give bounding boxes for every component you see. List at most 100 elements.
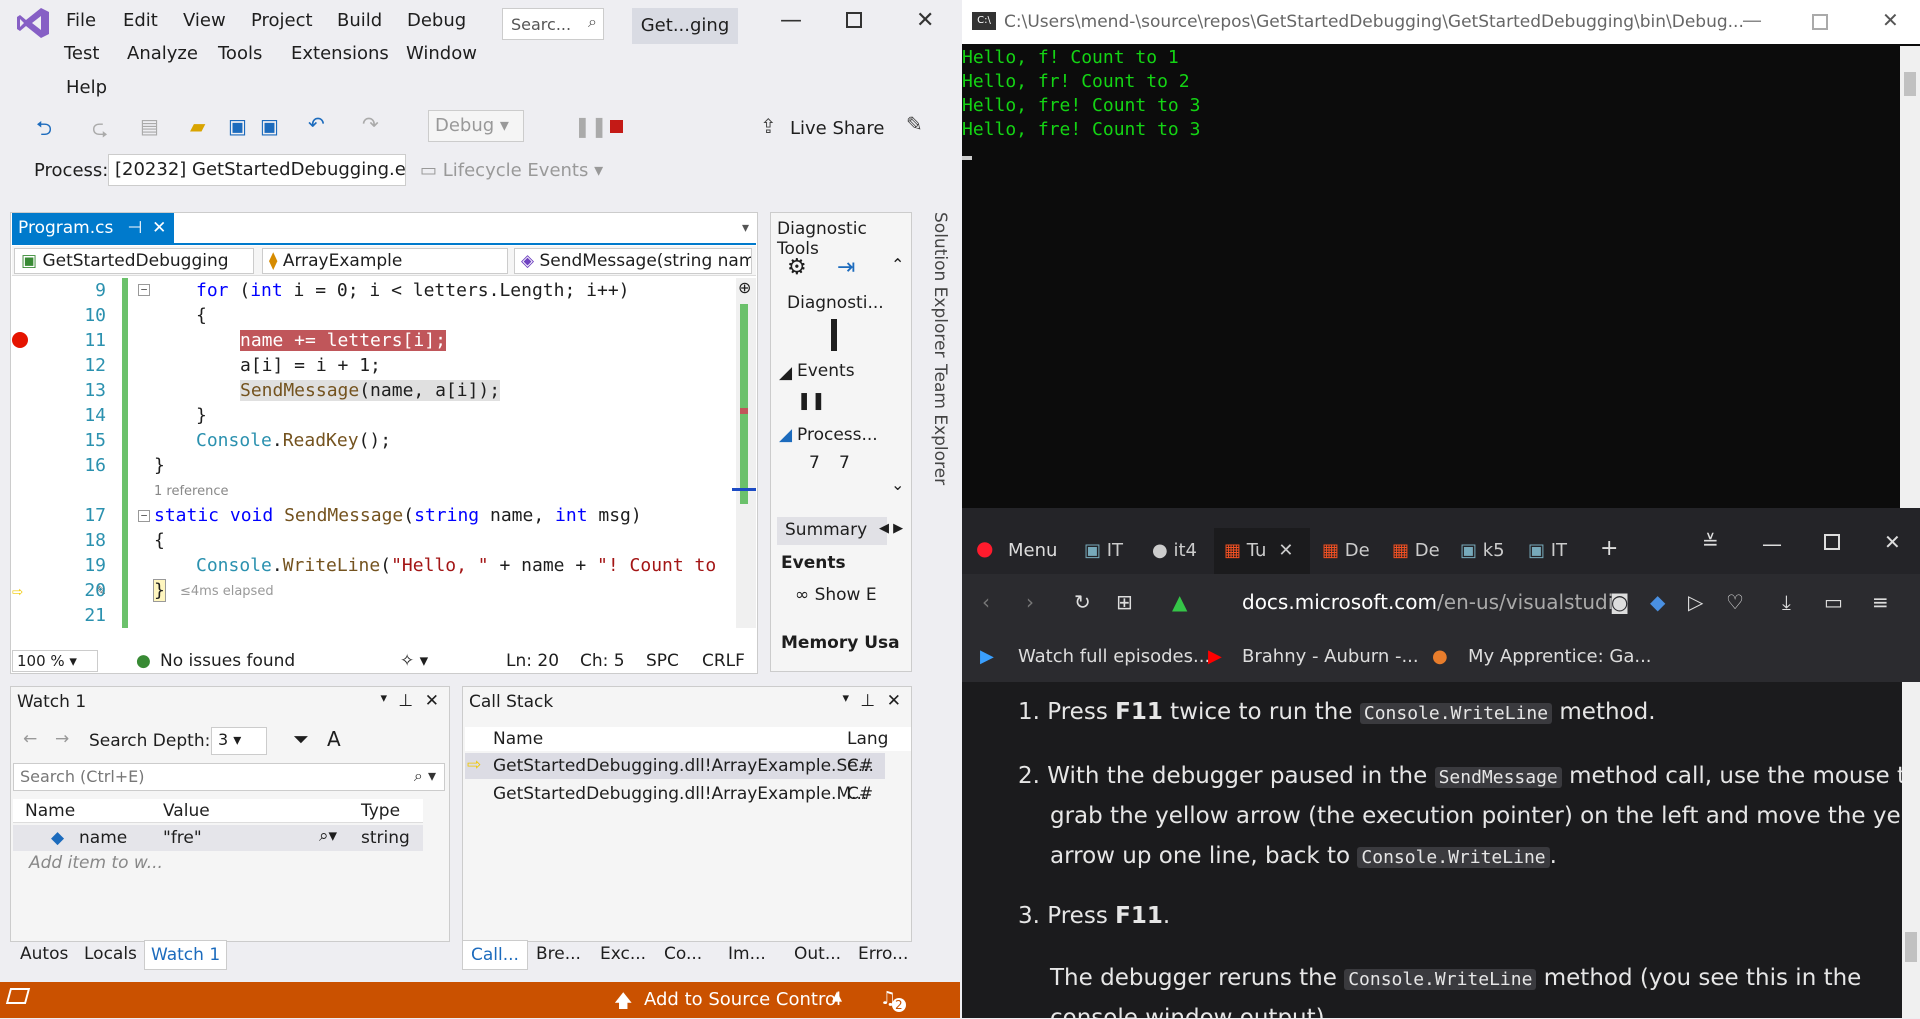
issues-status[interactable]: No issues found [160, 651, 295, 671]
settings-icon[interactable]: ⚙ [787, 255, 807, 280]
heart-icon[interactable]: ♡ [1726, 590, 1744, 614]
download-icon[interactable]: ⤓ [1782, 590, 1791, 614]
code-area[interactable]: ⇨ ✎ − − 9 10 11 12 13 14 15 16 17 18 19 … [12, 278, 736, 628]
browser-tab[interactable]: ● it4 [1152, 540, 1197, 576]
scroll-up-icon[interactable]: ⌃ [891, 255, 904, 274]
col-lang[interactable]: Lang [847, 729, 888, 749]
settings-icon[interactable]: ≡ [1872, 590, 1889, 614]
menu-project[interactable]: Project [251, 10, 313, 31]
process-expand-icon[interactable]: ◢ [779, 425, 792, 445]
menu-test[interactable]: Test [64, 43, 99, 64]
forward-icon[interactable]: › [1026, 590, 1034, 614]
tab-team-explorer[interactable]: Team Explorer [930, 364, 950, 485]
search-box[interactable]: Searc... ⌕ [502, 8, 604, 40]
browser-tab[interactable]: ▣ IT [1528, 540, 1567, 576]
bookmark-link[interactable]: Watch full episodes... [1018, 646, 1210, 667]
scroll-thumb[interactable] [1905, 932, 1917, 962]
pin-icon[interactable]: ⊥ [860, 691, 875, 711]
zoom-dropdown[interactable]: 100 % ▾ [12, 650, 98, 672]
show-events-button[interactable]: ∞ Show E [795, 585, 877, 605]
tab-scroll-icon[interactable]: ◀ ▶ [879, 521, 903, 536]
browser-tab[interactable]: ▣ IT [1084, 540, 1123, 576]
maximize-icon[interactable] [1812, 14, 1828, 30]
add-to-source-control[interactable]: Add to Source Control [644, 989, 841, 1010]
events-pause-icon[interactable]: ❚❚ [797, 391, 826, 411]
tab-program-cs[interactable]: Program.cs ⊣ ✕ [12, 213, 174, 243]
panel-close-icon[interactable]: ✕ [425, 691, 439, 711]
events-section[interactable]: Events [797, 361, 855, 381]
save-all-icon[interactable]: ▣ [260, 114, 279, 138]
browser-scrollbar[interactable] [1902, 682, 1920, 1018]
collapse-icon[interactable]: − [138, 284, 150, 296]
breakpoint-icon[interactable] [12, 332, 28, 348]
scroll-thumb[interactable] [740, 304, 748, 504]
menu-help[interactable]: Help [66, 77, 107, 98]
tab-menu-icon[interactable]: ≚ [1702, 530, 1719, 554]
forward-icon[interactable]: ⮎ [92, 114, 108, 148]
call-stack-row[interactable]: GetStartedDebugging.dll!ArrayExample.M..… [465, 781, 885, 807]
menu-edit[interactable]: Edit [123, 10, 158, 31]
undo-icon[interactable]: ↶ [308, 112, 325, 136]
live-share-icon[interactable]: ⇪ [760, 114, 777, 138]
scroll-thumb[interactable] [1904, 72, 1916, 96]
col-value[interactable]: Value [163, 801, 210, 821]
feedback-icon[interactable]: ✎ [906, 112, 923, 136]
close-icon[interactable]: ✕ [1882, 8, 1899, 32]
bookmark-link[interactable]: Brahny - Auburn -... [1242, 646, 1419, 667]
menu-build[interactable]: Build [337, 10, 382, 31]
tab-autos[interactable]: Autos [20, 944, 68, 964]
col-name[interactable]: Name [25, 801, 75, 821]
watch-row-value[interactable]: "fre" [163, 828, 202, 848]
browser-tab[interactable]: ▣ k5 [1460, 540, 1505, 576]
save-icon[interactable]: ▣ [228, 114, 247, 138]
battery-saver-icon[interactable]: ▭ [1824, 590, 1843, 614]
add-watch-item[interactable]: Add item to w... [29, 853, 163, 873]
close-icon[interactable]: ✕ [916, 8, 934, 33]
tab-output[interactable]: Out... [794, 944, 841, 964]
menu-debug[interactable]: Debug [407, 10, 466, 31]
editor-scrollbar[interactable]: ⊕ [732, 278, 756, 628]
menu-window[interactable]: Window [406, 43, 477, 64]
call-stack-row[interactable]: ⇨ GetStartedDebugging.dll!ArrayExample.S… [465, 753, 885, 779]
format-icon[interactable]: A [327, 727, 341, 751]
tab-error-list[interactable]: Erro... [858, 944, 908, 964]
tab-call-stack[interactable]: Call... [462, 940, 528, 970]
reload-icon[interactable]: ↻ [1074, 590, 1091, 614]
process-memory-section[interactable]: Process... [797, 425, 878, 445]
tab-immediate[interactable]: Im... [728, 944, 766, 964]
method-dropdown[interactable]: ◈ SendMessage(string nam [514, 248, 752, 274]
tab-watch-1[interactable]: Watch 1 [144, 940, 228, 970]
tab-overflow-icon[interactable]: ▾ [742, 220, 749, 236]
watch-search-input[interactable]: Search (Ctrl+E) ⌕ ▾ [13, 763, 445, 791]
menu-view[interactable]: View [183, 10, 226, 31]
menu-button[interactable]: Menu [1008, 540, 1057, 561]
tab-solution-explorer[interactable]: Solution Explorer [930, 212, 950, 357]
snapshot-icon[interactable]: ◙ [1610, 590, 1629, 614]
new-tab-icon[interactable]: + [1600, 536, 1618, 561]
browser-tab[interactable]: ▦ De [1322, 540, 1370, 576]
col-name[interactable]: Name [493, 729, 543, 749]
search-depth-dropdown[interactable]: 3 ▾ [211, 727, 267, 755]
config-dropdown[interactable]: Debug ▾ [428, 110, 524, 142]
url-input[interactable]: docs.microsoft.com/en-us/visualstudi [1242, 590, 1613, 614]
close-icon[interactable]: ✕ [1884, 530, 1901, 554]
back-icon[interactable]: ← [23, 729, 37, 749]
cleanup-icon[interactable]: ✧ ▾ [400, 651, 428, 671]
pause-icon[interactable]: ❚❚ [574, 114, 608, 138]
execution-pointer-icon[interactable]: ⇨ [12, 581, 23, 602]
select-tools-icon[interactable]: ⇥ [837, 255, 855, 280]
tab-grid-icon[interactable]: ⊞ [1116, 590, 1133, 614]
reference-lens[interactable]: 1 reference [154, 484, 228, 499]
pin-icon[interactable]: ⊣ [127, 218, 142, 238]
visualizer-icon[interactable]: ⌕▾ [319, 826, 337, 846]
minimize-icon[interactable]: — [780, 8, 802, 33]
scroll-down-icon[interactable]: ⌄ [891, 475, 904, 494]
tab-locals[interactable]: Locals [84, 944, 137, 964]
source-control-dropdown-icon[interactable]: ▲ [832, 989, 842, 1004]
forward-icon[interactable]: → [55, 729, 69, 749]
class-dropdown[interactable]: ⧫ ArrayExample [262, 248, 508, 274]
open-folder-icon[interactable]: ▰ [190, 114, 205, 138]
collapse-icon[interactable]: − [138, 510, 150, 522]
shield-icon[interactable]: ◆ [1650, 590, 1665, 614]
bookmark-link[interactable]: My Apprentice: Ga... [1468, 646, 1652, 667]
